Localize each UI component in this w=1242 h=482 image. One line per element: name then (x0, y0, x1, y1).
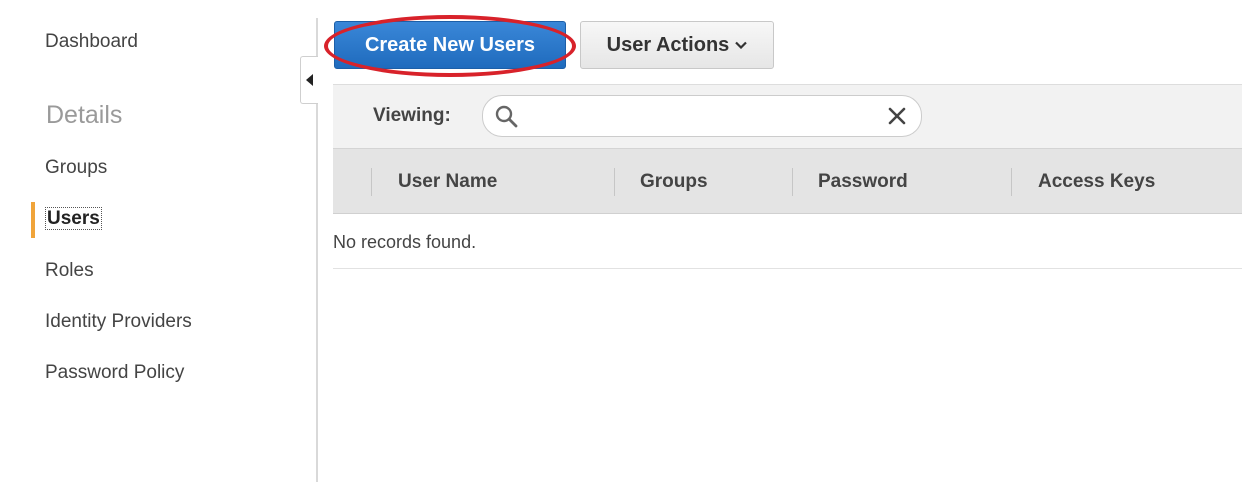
sidebar-item-label: Identity Providers (45, 311, 192, 332)
sidebar-item-roles[interactable]: Roles (45, 260, 94, 282)
sidebar-item-groups[interactable]: Groups (45, 157, 107, 179)
column-separator (792, 168, 793, 196)
column-header-user-name[interactable]: User Name (398, 171, 497, 193)
caret-left-icon (305, 74, 313, 86)
sidebar: Dashboard Details Groups Users Roles Ide… (0, 0, 318, 482)
sidebar-item-label: Password Policy (45, 362, 185, 383)
user-actions-button[interactable]: User Actions (580, 21, 774, 69)
search-input[interactable] (528, 100, 868, 132)
column-header-groups[interactable]: Groups (640, 171, 708, 193)
empty-table-message: No records found. (333, 232, 477, 252)
chevron-down-icon (735, 41, 748, 49)
row-divider (333, 268, 1242, 269)
column-header-password[interactable]: Password (818, 171, 908, 193)
iam-users-page: Dashboard Details Groups Users Roles Ide… (0, 0, 1242, 482)
sidebar-item-password-policy[interactable]: Password Policy (45, 362, 184, 384)
sidebar-item-label: Roles (45, 260, 94, 281)
active-item-marker (31, 202, 35, 238)
column-header-access-keys[interactable]: Access Keys (1038, 171, 1155, 193)
column-separator (614, 168, 615, 196)
sidebar-item-users[interactable]: Users (45, 207, 102, 230)
column-separator (371, 168, 372, 196)
viewing-label: Viewing: (373, 105, 451, 126)
sidebar-section-heading: Details (46, 101, 123, 129)
sidebar-item-label: Users (45, 207, 102, 230)
sidebar-item-label: Dashboard (45, 31, 138, 52)
create-new-users-button[interactable]: Create New Users (334, 21, 566, 69)
sidebar-collapse-button[interactable] (300, 56, 318, 104)
sidebar-item-label: Groups (45, 157, 108, 178)
user-actions-label: User Actions (606, 33, 730, 56)
column-separator (1011, 168, 1012, 196)
search-icon (495, 105, 518, 128)
sidebar-item-identity-providers[interactable]: Identity Providers (45, 311, 192, 333)
sidebar-item-dashboard[interactable]: Dashboard (45, 31, 138, 53)
close-icon[interactable] (887, 106, 907, 126)
